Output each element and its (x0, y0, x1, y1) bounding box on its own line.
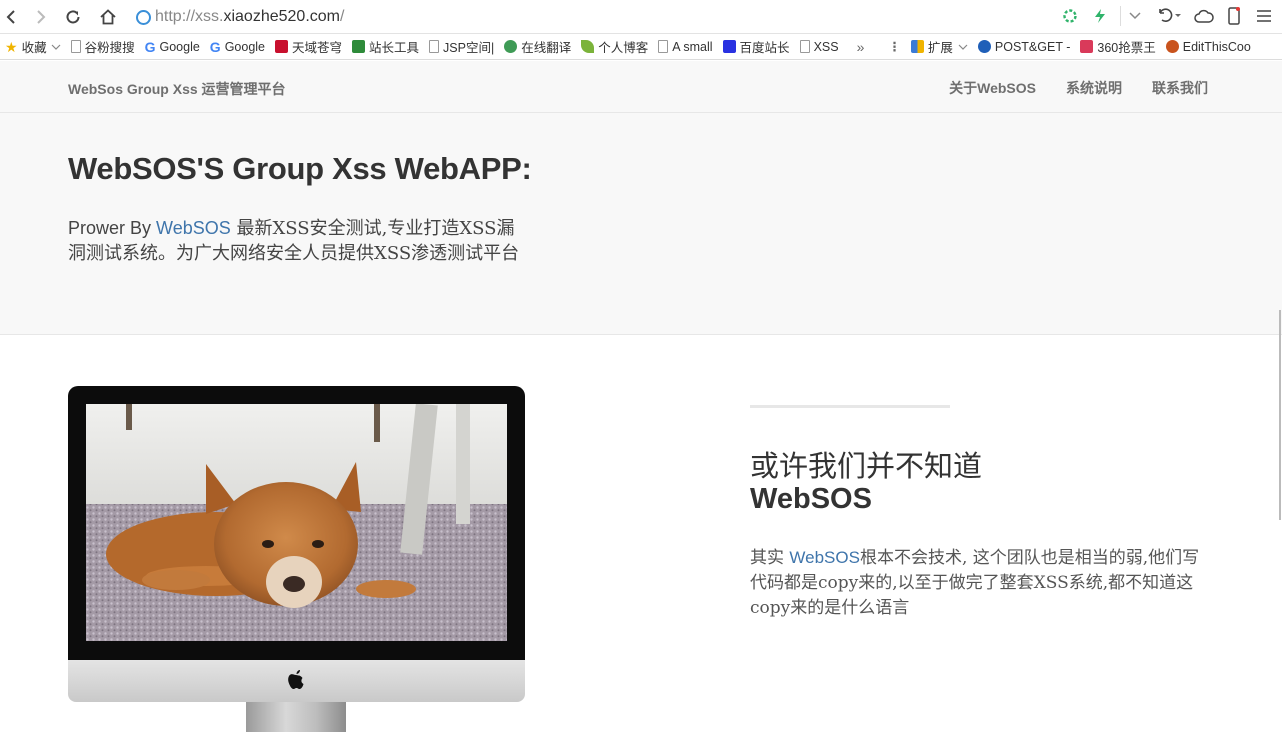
speed-mode-icon[interactable] (1090, 6, 1110, 26)
bookmark-item[interactable]: 站长工具 (347, 34, 424, 59)
chevron-down-icon (958, 44, 968, 50)
dog-photo (86, 404, 507, 641)
bookmark-item[interactable]: G Google (205, 34, 270, 59)
star-icon: ★ (5, 38, 18, 55)
site-icon (352, 40, 366, 53)
apple-logo-icon (288, 670, 304, 689)
reload-icon (66, 10, 80, 24)
ticket-icon (1080, 40, 1094, 53)
chevron-down-icon (51, 44, 61, 50)
bookmark-item[interactable]: G Google (140, 34, 205, 59)
section-title: 或许我们并不知道 WebSOS (750, 449, 983, 516)
forward-button[interactable] (30, 6, 52, 28)
bookmark-item[interactable]: 百度站长 (718, 34, 795, 59)
home-icon (100, 9, 116, 25)
bookmark-item[interactable]: 在线翻译 (499, 34, 576, 59)
back-button[interactable] (0, 6, 22, 28)
url-text: http://xss.xiaozhe520.com/ (155, 8, 345, 25)
reload-button[interactable] (62, 6, 84, 28)
address-bar[interactable]: http://xss.xiaozhe520.com/ (130, 5, 1148, 29)
menu-icon[interactable] (1254, 6, 1274, 26)
bookmark-favorites[interactable]: ★ 收藏 (0, 34, 66, 59)
bookmarks-bar: ★ 收藏 谷粉搜搜 G Google G Google 天域苍穹 站长工具 JSP空… (0, 34, 1282, 60)
refresh-spinner-icon[interactable] (1060, 6, 1080, 26)
site-security-icon (136, 9, 151, 25)
nav-link-contact[interactable]: 联系我们 (1152, 78, 1208, 98)
baidu-icon (722, 40, 736, 53)
scrollbar-thumb[interactable] (1279, 310, 1281, 520)
browser-toolbar: http://xss.xiaozhe520.com/ (0, 0, 1282, 34)
home-button[interactable] (97, 6, 119, 28)
imac-bezel (68, 386, 525, 660)
section-divider (750, 405, 950, 408)
bookmark-item[interactable]: JSP空间| (424, 34, 499, 59)
globe-icon (977, 40, 991, 53)
imac-stand (246, 702, 346, 732)
extensions-button[interactable]: 扩展 (906, 34, 973, 59)
page-icon (658, 40, 669, 53)
hero-text: Prower By WebSOS 最新XSS安全测试,专业打造XSS漏洞测试系统… (68, 218, 520, 264)
page-icon (429, 40, 440, 53)
site-icon (275, 40, 288, 53)
cloud-sync-icon[interactable] (1194, 6, 1214, 26)
site-navbar: WebSos Group Xss 运营管理平台 关于WebSOS 系统说明 联系… (0, 61, 1282, 113)
extension-icon (910, 40, 924, 53)
bookmark-item[interactable]: A small (653, 34, 717, 59)
page-icon (799, 40, 810, 53)
imac-image (68, 386, 525, 732)
websos-link[interactable]: WebSOS (789, 548, 860, 567)
extension-item[interactable]: 360抢票王 (1075, 34, 1160, 59)
cookie-icon (1165, 40, 1179, 53)
extension-item[interactable]: POST&GET - (973, 34, 1075, 59)
extension-item[interactable]: EditThisCoo (1161, 34, 1256, 59)
site-brand[interactable]: WebSos Group Xss 运营管理平台 (68, 79, 286, 99)
section-text: 其实 WebSOS根本不会技术, 这个团队也是相当的弱,他们写代码都是copy来… (750, 548, 1200, 618)
bookmarks-more-button[interactable]: » (844, 34, 870, 59)
nav-link-system[interactable]: 系统说明 (1066, 78, 1122, 98)
bookmark-item[interactable]: 谷粉搜搜 (66, 34, 140, 59)
google-icon: G (209, 38, 221, 55)
address-dropdown-icon[interactable] (1120, 6, 1144, 26)
websos-link[interactable]: WebSOS (156, 218, 231, 238)
bookmarks-overflow-icon[interactable]: ⋮ (883, 34, 906, 59)
back-arrow-icon (6, 10, 15, 24)
forward-arrow-icon (37, 10, 46, 24)
page-icon (70, 40, 81, 53)
nav-link-about[interactable]: 关于WebSOS (949, 78, 1036, 98)
bookmark-item[interactable]: 天域苍穹 (270, 34, 347, 59)
bookmark-item[interactable]: 个人博客 (576, 34, 653, 59)
leaf-icon (581, 40, 595, 53)
translate-icon (504, 40, 518, 53)
bookmark-item[interactable]: XSS (795, 34, 844, 59)
hero-section: WebSOS'S Group Xss WebAPP: Prower By Web… (0, 113, 1282, 335)
google-icon: G (144, 38, 156, 55)
hero-title: WebSOS'S Group Xss WebAPP: (68, 151, 532, 186)
mobile-icon[interactable] (1224, 6, 1244, 26)
undo-close-icon[interactable] (1154, 6, 1184, 26)
imac-chin (68, 660, 525, 702)
